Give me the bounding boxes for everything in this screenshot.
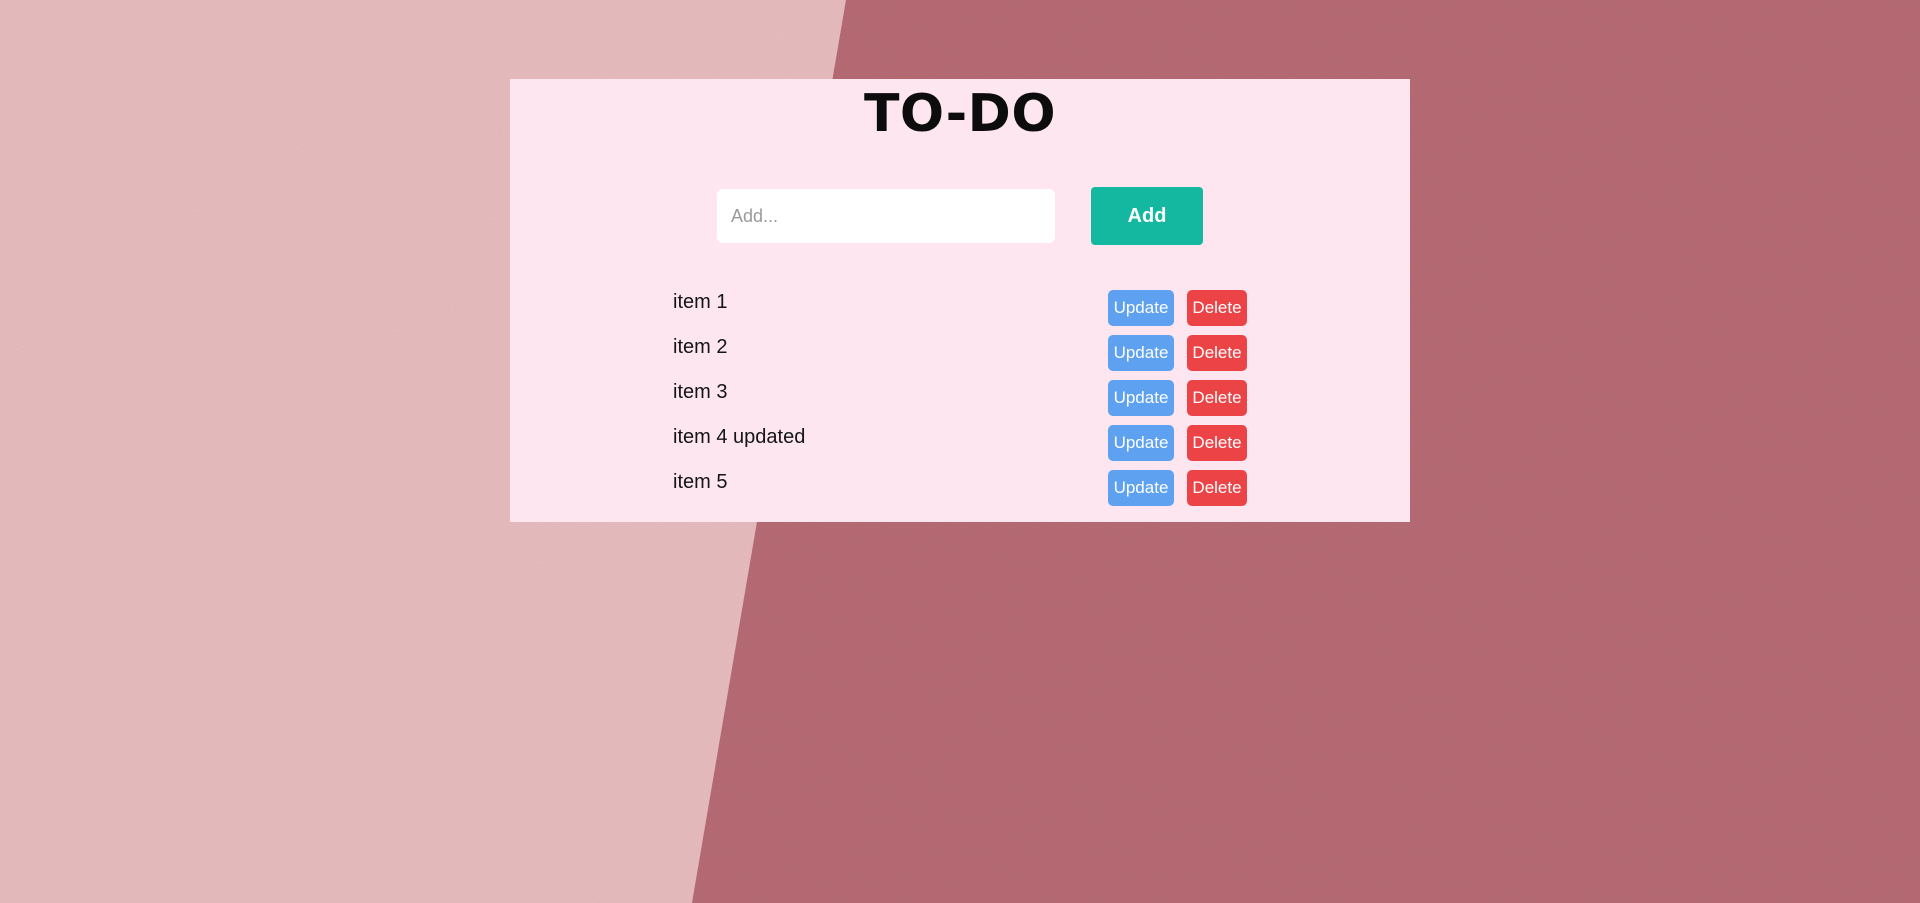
- todo-card: TO-DO Add item 1 Update Delete item 2 Up…: [510, 79, 1410, 522]
- todo-item-text: item 5: [673, 471, 728, 493]
- todo-item: item 1 Update Delete: [510, 287, 1410, 332]
- todo-item-text: item 3: [673, 381, 728, 403]
- delete-button[interactable]: Delete: [1187, 470, 1247, 506]
- update-button[interactable]: Update: [1108, 335, 1174, 371]
- delete-button[interactable]: Delete: [1187, 335, 1247, 371]
- update-button[interactable]: Update: [1108, 425, 1174, 461]
- add-button[interactable]: Add: [1091, 187, 1203, 245]
- update-button[interactable]: Update: [1108, 380, 1174, 416]
- update-button[interactable]: Update: [1108, 290, 1174, 326]
- todo-list: item 1 Update Delete item 2 Update Delet…: [510, 287, 1410, 512]
- add-input[interactable]: [717, 189, 1055, 243]
- todo-item: item 2 Update Delete: [510, 332, 1410, 377]
- todo-item: item 3 Update Delete: [510, 377, 1410, 422]
- todo-item: item 4 updated Update Delete: [510, 422, 1410, 467]
- update-button[interactable]: Update: [1108, 470, 1174, 506]
- todo-item-text: item 1: [673, 291, 728, 313]
- page-title: TO-DO: [863, 84, 1057, 144]
- todo-item-text: item 2: [673, 336, 728, 358]
- delete-button[interactable]: Delete: [1187, 290, 1247, 326]
- delete-button[interactable]: Delete: [1187, 425, 1247, 461]
- todo-item-text: item 4 updated: [673, 426, 806, 448]
- todo-item: item 5 Update Delete: [510, 467, 1410, 512]
- add-form: Add: [510, 187, 1410, 245]
- delete-button[interactable]: Delete: [1187, 380, 1247, 416]
